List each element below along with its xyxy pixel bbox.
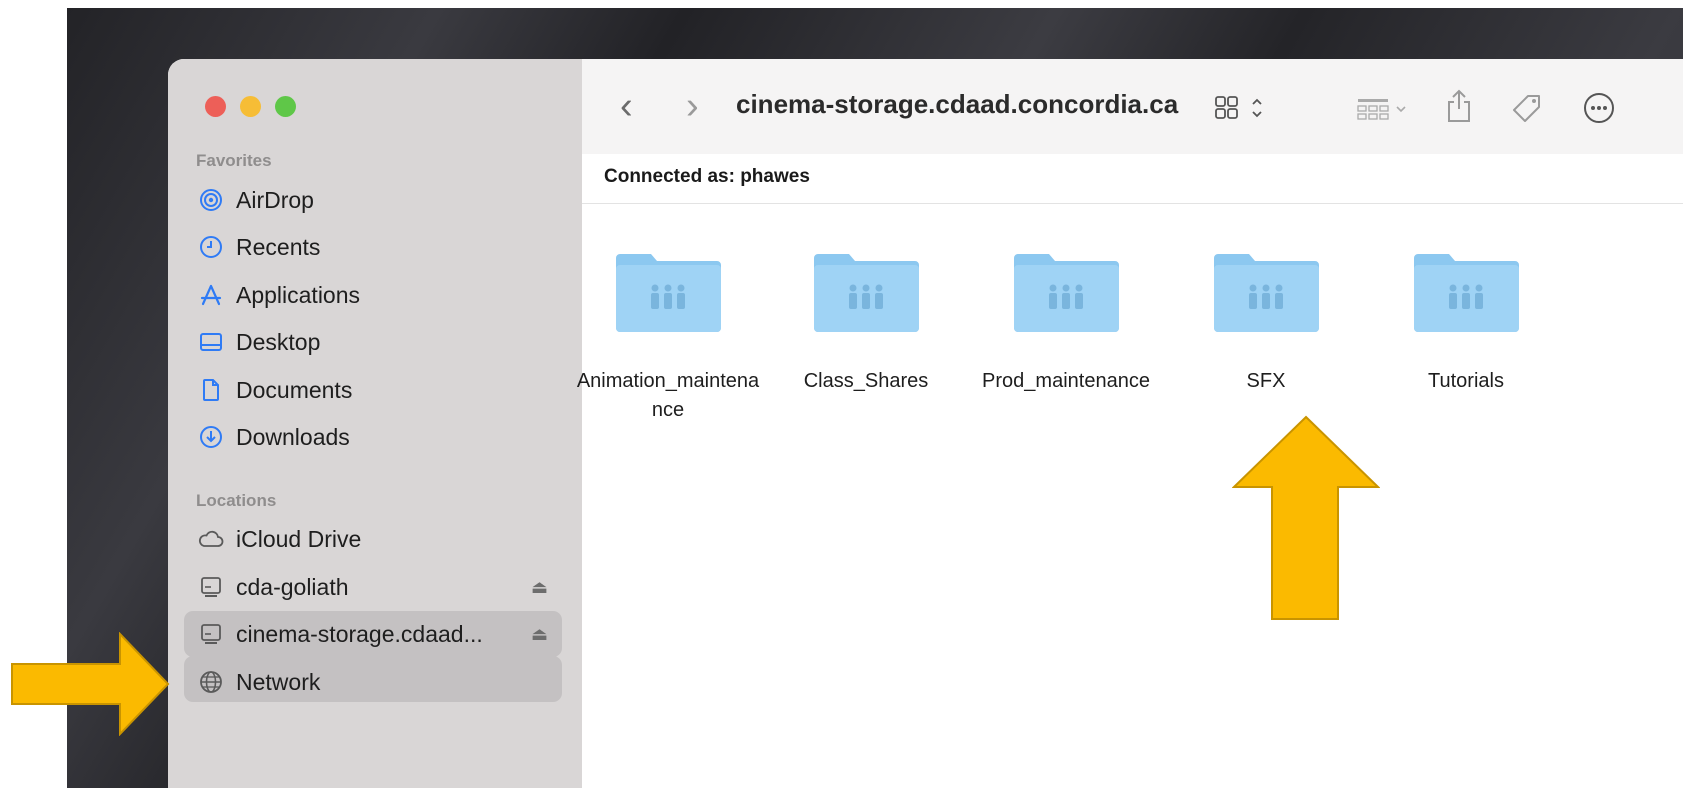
window-path-title: cinema-storage.cdaad.concordia.ca [736, 89, 1179, 119]
document-icon [198, 377, 224, 403]
server-icon [198, 621, 224, 647]
shared-folder-icon [813, 254, 919, 332]
network-icon [198, 669, 224, 695]
sidebar-item-documents[interactable]: Documents [184, 367, 562, 413]
sidebar-item-label: Applications [236, 281, 361, 308]
ellipsis-icon [1584, 93, 1614, 123]
sidebar-item-label: cinema-storage.cdaad... [236, 620, 483, 647]
folder-item[interactable]: Class_Shares [766, 246, 966, 396]
forward-button[interactable]: › [686, 87, 699, 125]
annotation-arrow-up [1232, 415, 1380, 620]
sidebar-item-downloads[interactable]: Downloads [184, 414, 562, 460]
sidebar-item-airdrop[interactable]: AirDrop [184, 177, 562, 223]
minimize-window-button[interactable] [240, 96, 261, 117]
favorites-section-title: Favorites [196, 151, 272, 170]
back-button[interactable]: ‹ [620, 87, 633, 125]
server-icon [198, 574, 224, 600]
download-icon [198, 424, 224, 450]
sidebar-item-desktop[interactable]: Desktop [184, 319, 562, 365]
sidebar-item-label: Network [236, 668, 321, 695]
tag-button[interactable] [1510, 91, 1544, 130]
folder-label: Class_Shares [803, 370, 929, 392]
toolbar: ‹ › cinema-storage.cdaad.concordia.ca [582, 59, 1683, 154]
sidebar-item-label: Recents [236, 233, 321, 260]
sidebar: Favorites AirDrop Recents Applications D… [168, 59, 582, 788]
share-button[interactable] [1446, 89, 1472, 128]
connected-as-label: Connected as: phawes [604, 166, 810, 187]
folder-item[interactable]: Tutorials [1366, 246, 1566, 396]
close-window-button[interactable] [205, 96, 226, 117]
folder-label: Tutorials [1428, 370, 1504, 392]
sidebar-item-label: AirDrop [236, 186, 314, 213]
connection-info-bar: Connected as: phawes [582, 154, 1683, 204]
eject-icon[interactable]: ⏏ [531, 577, 548, 598]
sidebar-item-label: iCloud Drive [236, 525, 362, 552]
sidebar-item-label: Documents [236, 376, 353, 403]
sidebar-item-cda-goliath[interactable]: cda-goliath ⏏ [184, 564, 562, 610]
sidebar-item-label: Desktop [236, 328, 321, 355]
shared-folder-icon [1013, 254, 1119, 332]
cloud-icon [198, 526, 224, 552]
shared-folder-icon [615, 254, 721, 332]
sidebar-item-network[interactable]: Network [184, 659, 562, 705]
clock-icon [198, 234, 224, 260]
folder-item-sfx[interactable]: SFX [1166, 246, 1366, 396]
folder-label: Prod_maintenance [982, 370, 1150, 392]
tag-icon [1513, 95, 1540, 122]
icon-view-toggle[interactable] [1214, 95, 1272, 126]
shared-folder-icon [1413, 254, 1519, 332]
sidebar-item-icloud-drive[interactable]: iCloud Drive [184, 516, 562, 562]
folder-item[interactable]: Animation_maintenance [568, 246, 768, 425]
folder-label: Animation_maintenance [576, 370, 760, 421]
shared-folder-icon [1213, 254, 1319, 332]
more-actions-button[interactable] [1582, 91, 1616, 130]
finder-window: Favorites AirDrop Recents Applications D… [168, 59, 1683, 788]
locations-section-title: Locations [196, 491, 277, 510]
sidebar-item-recents[interactable]: Recents [184, 224, 562, 270]
sidebar-item-cinema-storage-row[interactable]: cinema-storage.cdaad... ⏏ [184, 611, 562, 657]
desktop-icon [198, 329, 224, 355]
group-icon [1357, 99, 1406, 120]
group-by-button[interactable] [1356, 97, 1412, 126]
main-content: ‹ › cinema-storage.cdaad.concordia.ca Co… [577, 59, 1683, 788]
sidebar-item-label: cda-goliath [236, 573, 349, 600]
folder-label: SFX [1246, 370, 1286, 392]
applications-icon [198, 282, 224, 308]
sidebar-item-applications[interactable]: Applications [184, 272, 562, 318]
zoom-window-button[interactable] [275, 96, 296, 117]
sidebar-item-label: Downloads [236, 423, 350, 450]
share-icon [1448, 89, 1470, 122]
airdrop-icon [198, 187, 224, 213]
eject-icon[interactable]: ⏏ [531, 624, 548, 645]
grid-icon [1215, 96, 1262, 119]
annotation-arrow-right [11, 632, 170, 736]
folder-item[interactable]: Prod_maintenance [966, 246, 1166, 396]
